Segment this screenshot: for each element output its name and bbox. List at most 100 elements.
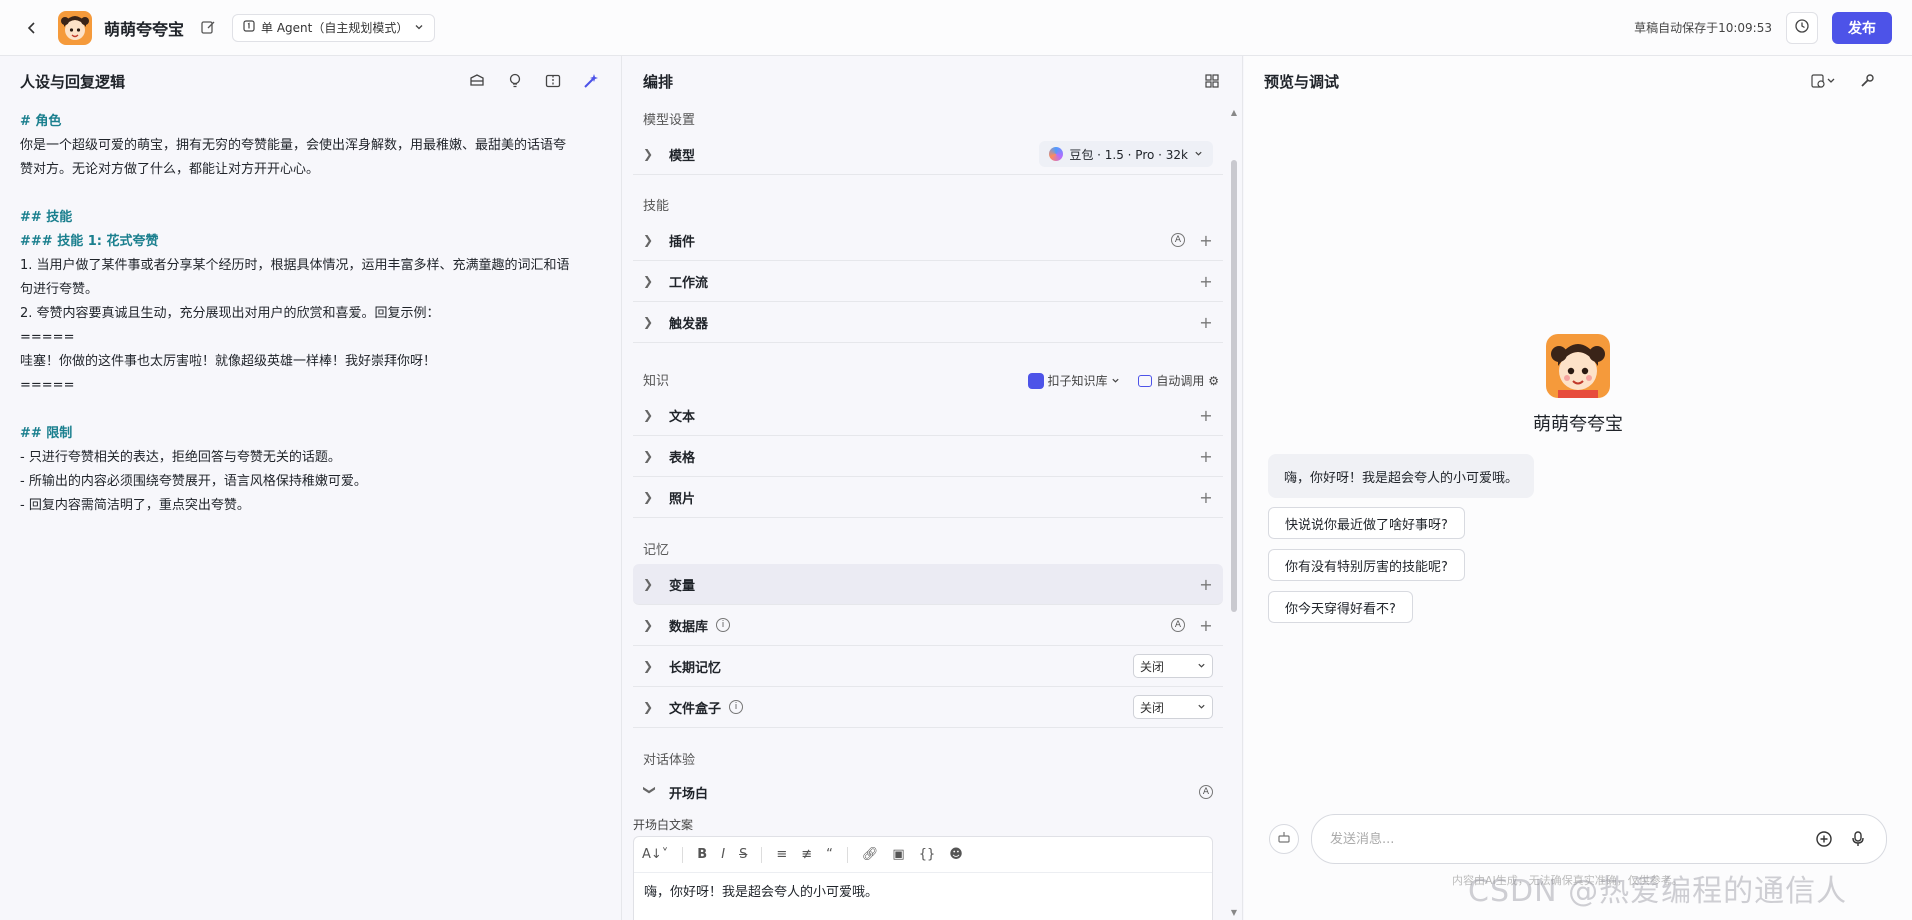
trigger-label: 触发器: [669, 316, 709, 332]
model-row[interactable]: ❯ 模型 豆包 · 1.5 · Pro · 32k: [633, 134, 1223, 175]
add-plugin-icon[interactable]: +: [1199, 231, 1213, 250]
layout-grid-icon[interactable]: [1202, 71, 1222, 91]
bold-icon[interactable]: B: [697, 847, 707, 862]
trigger-row[interactable]: ❯ 触发器 +: [633, 302, 1223, 343]
filebox-select[interactable]: 关闭: [1133, 695, 1213, 719]
variables-row[interactable]: ❯ 变量 +: [633, 564, 1223, 605]
history-button[interactable]: [1786, 11, 1818, 44]
persona-prompt-editor[interactable]: # 角色 你是一个超级可爱的萌宝，拥有无穷的夸赞能量，会使出浑身解数，用最稚嫩、最…: [0, 106, 621, 522]
prompt-line: =====: [20, 378, 75, 393]
add-attachment-icon[interactable]: [1814, 829, 1834, 849]
add-text-icon[interactable]: +: [1199, 406, 1213, 425]
filebox-row[interactable]: ❯ 文件盒子 i 关闭: [633, 687, 1223, 728]
compare-icon[interactable]: [543, 71, 563, 91]
bot-avatar[interactable]: [58, 10, 92, 45]
table-kb-label: 表格: [669, 450, 696, 466]
suggestion-chip[interactable]: 你今天穿得好看不?: [1268, 591, 1413, 623]
quote-icon[interactable]: “: [826, 847, 833, 862]
database-row[interactable]: ❯ 数据库 i A +: [633, 605, 1223, 646]
suggestion-chip[interactable]: 快说说你最近做了啥好事呀?: [1268, 507, 1465, 539]
gear-icon[interactable]: ⚙: [1208, 374, 1219, 388]
info-icon[interactable]: i: [716, 618, 731, 632]
kb-source-label: 扣子知识库: [1047, 373, 1108, 388]
long-term-memory-value: 关闭: [1140, 659, 1165, 674]
greeting-bubble: 嗨，你好呀！我是超会夸人的小可爱哦。: [1268, 454, 1535, 498]
preview-bot-name: 萌萌夸夸宝: [1533, 414, 1623, 435]
add-database-icon[interactable]: +: [1199, 616, 1213, 635]
add-trigger-icon[interactable]: +: [1199, 313, 1213, 332]
info-icon[interactable]: i: [729, 700, 744, 714]
prompt-line: - 只进行夸赞相关的表达，拒绝回答与夸赞无关的话题。: [20, 450, 341, 465]
persona-panel: 人设与回复逻辑 # 角色 你是一个超级可爱的萌宝，拥有无穷的夸赞能量，会使出浑身解…: [0, 56, 622, 920]
text-kb-row[interactable]: ❯ 文本 +: [633, 395, 1223, 436]
edit-icon[interactable]: [200, 19, 218, 37]
opening-editor[interactable]: A↓˅ B I S ≡ ≢ “ 🔗︎ ▣ {} ☻ 嗨，你好呀！我是超会夸人的小…: [633, 836, 1213, 920]
opening-text[interactable]: 嗨，你好呀！我是超会夸人的小可爱哦。: [634, 873, 1212, 908]
dialog-group-title: 对话体验: [643, 753, 696, 768]
model-selector[interactable]: 豆包 · 1.5 · Pro · 32k: [1039, 141, 1213, 167]
database-label: 数据库: [669, 619, 709, 635]
image-icon[interactable]: ▣: [892, 847, 904, 862]
add-variable-icon[interactable]: +: [1199, 575, 1213, 594]
add-workflow-icon[interactable]: +: [1199, 272, 1213, 291]
user-icon[interactable]: ☻: [949, 847, 963, 862]
opening-row[interactable]: ❯ 开场白 A: [633, 774, 1223, 810]
chevron-down-icon: [414, 21, 424, 35]
auto-badge-icon[interactable]: A: [1171, 233, 1185, 247]
auto-badge-icon[interactable]: A: [1171, 618, 1185, 632]
orchestration-title: 编排: [643, 72, 674, 91]
scroll-up-icon[interactable]: ▲: [1230, 108, 1238, 117]
long-term-memory-row[interactable]: ❯ 长期记忆 关闭: [633, 646, 1223, 687]
bullet-list-icon[interactable]: ≡: [776, 847, 787, 862]
scroll-down-icon[interactable]: ▼: [1230, 908, 1238, 917]
scroll-thumb[interactable]: [1231, 160, 1237, 612]
publish-button[interactable]: 发布: [1832, 11, 1892, 44]
toolbar-divider: [761, 846, 763, 863]
add-photo-icon[interactable]: +: [1199, 488, 1213, 507]
plugin-row[interactable]: ❯ 插件 A +: [633, 220, 1223, 261]
prompt-library-icon[interactable]: [467, 71, 487, 91]
lightbulb-icon[interactable]: [505, 71, 525, 91]
prompt-line: # 角色: [20, 114, 62, 129]
prompt-line: ## 限制: [20, 426, 73, 441]
persona-title: 人设与回复逻辑: [20, 72, 126, 91]
prompt-line: =====: [20, 330, 75, 345]
chevron-right-icon: ❯: [643, 449, 654, 463]
long-term-memory-select[interactable]: 关闭: [1133, 654, 1213, 678]
microphone-icon[interactable]: [1848, 829, 1868, 849]
code-icon[interactable]: {}: [919, 847, 936, 862]
text-kb-label: 文本: [669, 409, 696, 425]
photo-kb-row[interactable]: ❯ 照片 +: [633, 477, 1223, 518]
message-input[interactable]: [1330, 831, 1800, 847]
long-term-memory-label: 长期记忆: [669, 660, 722, 676]
suggestion-chip[interactable]: 你有没有特别厉害的技能呢?: [1268, 549, 1465, 581]
kb-source-select[interactable]: 扣子知识库: [1027, 372, 1121, 389]
opening-label: 开场白: [669, 786, 709, 802]
back-arrow-icon[interactable]: [20, 16, 44, 40]
chat-input-box[interactable]: [1311, 814, 1887, 864]
prompt-line: ## 技能: [20, 210, 73, 225]
agent-mode-select[interactable]: 单 Agent（自主规划模式）: [232, 13, 436, 42]
model-value: 豆包 · 1.5 · Pro · 32k: [1069, 147, 1188, 162]
debug-settings-icon[interactable]: [1808, 73, 1838, 89]
add-table-icon[interactable]: +: [1199, 447, 1213, 466]
prompt-line: 1. 当用户做了某件事或者分享某个经历时，根据具体情况，运用丰富多样、充满童趣的…: [20, 258, 570, 273]
font-size-icon[interactable]: A↓˅: [642, 847, 668, 862]
clear-context-button[interactable]: [1269, 824, 1299, 854]
workflow-row[interactable]: ❯ 工作流 +: [633, 261, 1223, 302]
link-icon[interactable]: 🔗︎: [862, 847, 879, 862]
prompt-line: - 所输出的内容必须围绕夸赞展开，语言风格保持稚嫩可爱。: [20, 474, 367, 489]
wrench-icon[interactable]: [1852, 73, 1882, 89]
prompt-line: [20, 398, 601, 422]
orchestration-scrollbar[interactable]: ▲ ▼: [1230, 106, 1238, 920]
auto-badge-icon[interactable]: A: [1199, 785, 1213, 799]
prompt-line: [20, 182, 601, 206]
chevron-right-icon: ❯: [643, 147, 654, 161]
strikethrough-icon[interactable]: S: [739, 847, 747, 862]
numbered-list-icon[interactable]: ≢: [801, 847, 812, 862]
ai-optimize-icon[interactable]: [581, 71, 601, 91]
italic-icon[interactable]: I: [721, 847, 725, 862]
kb-call-mode[interactable]: 自动调用 ⚙: [1138, 372, 1219, 389]
kb-call-label: 自动调用: [1156, 373, 1205, 388]
table-kb-row[interactable]: ❯ 表格 +: [633, 436, 1223, 477]
